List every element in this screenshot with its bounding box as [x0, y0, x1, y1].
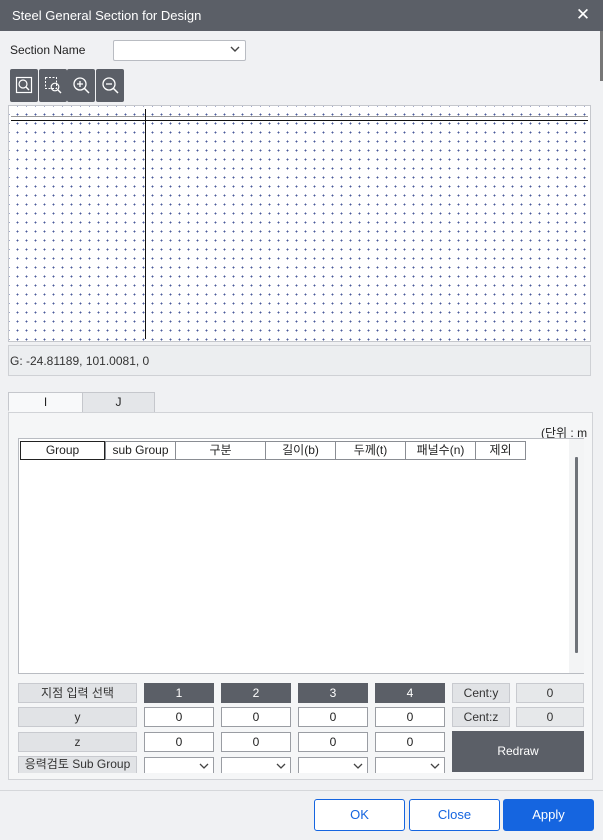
zoom-in-button[interactable]: [67, 69, 95, 102]
redraw-button[interactable]: Redraw: [452, 731, 584, 772]
cent-z-label: Cent:z: [452, 707, 510, 727]
column-header-type[interactable]: 구분: [175, 441, 266, 460]
zoom-out-button[interactable]: [96, 69, 124, 102]
chevron-down-icon: [230, 46, 240, 52]
coordinate-text: G: -24.81189, 101.0081, 0: [10, 354, 150, 368]
title-bar: Steel General Section for Design ✕: [0, 0, 603, 31]
section-name-label: Section Name: [10, 43, 86, 57]
zoom-out-icon: [102, 77, 119, 94]
close-icon[interactable]: ✕: [573, 5, 593, 25]
footer-divider: [0, 790, 603, 791]
subgroup-select-3[interactable]: [298, 757, 368, 773]
z-input-4[interactable]: 0: [375, 732, 445, 752]
subgroup-select-2[interactable]: [221, 757, 291, 773]
column-header-exclude[interactable]: 제외: [475, 441, 526, 460]
z-input-3[interactable]: 0: [298, 732, 368, 752]
y-input-4[interactable]: 0: [375, 707, 445, 727]
stress-check-subgroup-label: 응력검토 Sub Group: [18, 756, 137, 773]
point-2-button[interactable]: 2: [221, 683, 291, 703]
zoom-fit-button[interactable]: [10, 69, 38, 102]
chevron-down-icon: [276, 763, 286, 769]
column-header-panel-count[interactable]: 패널수(n): [405, 441, 476, 460]
section-table[interactable]: Group sub Group 구분 길이(b) 두께(t) 패널수(n) 제외: [18, 438, 584, 674]
cent-y-value: 0: [516, 683, 584, 703]
chevron-down-icon: [353, 763, 363, 769]
apply-button[interactable]: Apply: [503, 799, 594, 831]
section-drawing-canvas[interactable]: [8, 105, 591, 342]
y-input-2[interactable]: 0: [221, 707, 291, 727]
axis-line: [11, 116, 588, 117]
cent-z-value: 0: [516, 707, 584, 727]
column-header-length[interactable]: 길이(b): [265, 441, 336, 460]
coordinate-readout: G: -24.81189, 101.0081, 0: [8, 345, 591, 376]
table-scrollbar-thumb[interactable]: [575, 457, 578, 653]
chevron-down-icon: [430, 763, 440, 769]
subgroup-select-1[interactable]: [144, 757, 214, 773]
point-1-button[interactable]: 1: [144, 683, 214, 703]
tab-i[interactable]: I: [8, 392, 83, 412]
close-button[interactable]: Close: [409, 799, 500, 831]
point-4-button[interactable]: 4: [375, 683, 445, 703]
zoom-window-button[interactable]: [39, 69, 67, 102]
zoom-in-icon: [73, 77, 90, 94]
y-label: y: [18, 707, 137, 727]
point-3-button[interactable]: 3: [298, 683, 368, 703]
column-header-thickness[interactable]: 두께(t): [335, 441, 406, 460]
ok-button[interactable]: OK: [314, 799, 405, 831]
z-input-2[interactable]: 0: [221, 732, 291, 752]
cent-y-label: Cent:y: [452, 683, 510, 703]
x-axis-line: [11, 120, 588, 121]
section-name-select[interactable]: [113, 40, 246, 61]
column-header-group[interactable]: Group: [20, 441, 105, 460]
z-input-1[interactable]: 0: [144, 732, 214, 752]
z-label: z: [18, 732, 137, 752]
column-header-sub-group[interactable]: sub Group: [105, 441, 176, 460]
y-axis-line: [145, 109, 146, 339]
y-input-3[interactable]: 0: [298, 707, 368, 727]
subgroup-select-4[interactable]: [375, 757, 445, 773]
zoom-fit-icon: [15, 76, 33, 94]
window-title: Steel General Section for Design: [12, 8, 202, 23]
tab-j[interactable]: J: [82, 392, 155, 412]
chevron-down-icon: [199, 763, 209, 769]
zoom-window-icon: [45, 77, 62, 94]
point-select-label: 지점 입력 선택: [18, 683, 137, 703]
y-input-1[interactable]: 0: [144, 707, 214, 727]
